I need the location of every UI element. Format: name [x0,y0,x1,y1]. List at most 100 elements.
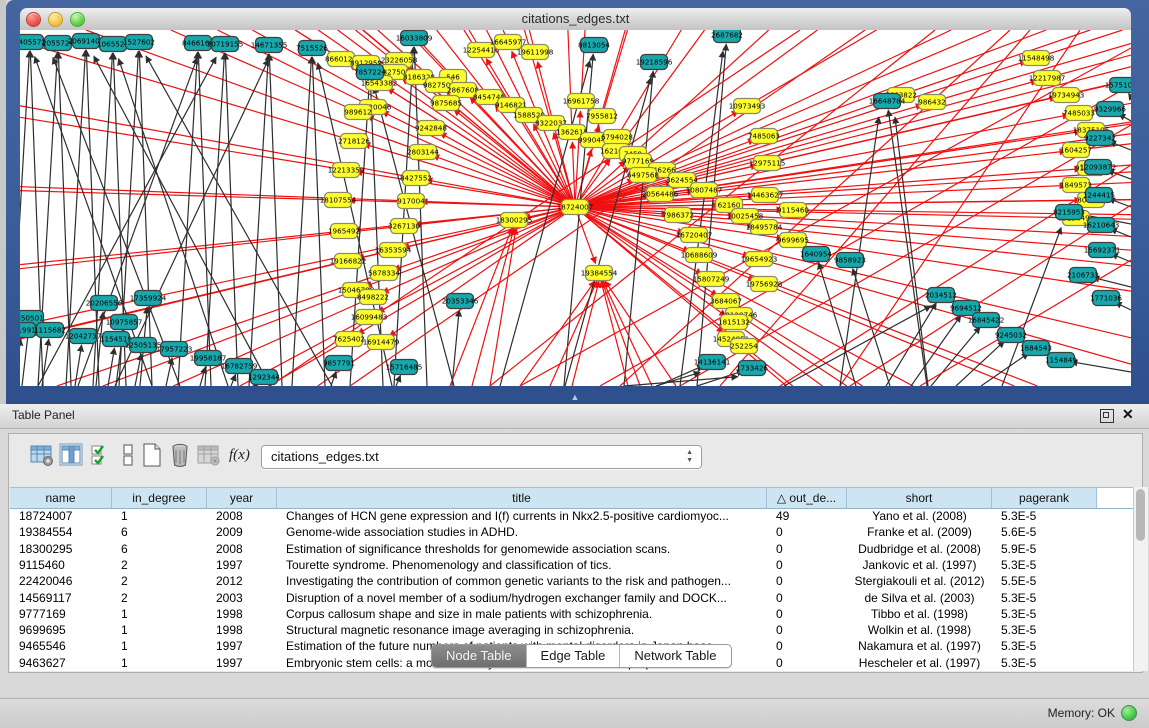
graph-node[interactable]: 19166822 [330,254,367,269]
graph-node[interactable]: 2718126 [338,134,370,149]
table-cell[interactable]: 2008 [207,541,277,557]
graph-node[interactable]: 12093872 [1080,160,1117,175]
table-cell[interactable]: 0 [767,524,847,540]
table-cell[interactable]: Jankovic et al. (1997) [847,557,992,573]
column-header-pagerank[interactable]: pagerank [992,487,1097,509]
table-cell[interactable]: 49 [767,508,847,524]
network-view-canvas[interactable]: 1872400786601238912959232260589827503165… [20,30,1131,386]
table-cell[interactable]: Tourette syndrome. Phenomenology and cla… [277,557,767,573]
graph-node[interactable]: 19654923 [741,252,778,267]
table-cell[interactable]: 1 [112,638,207,654]
graph-node[interactable]: 1292344 [248,370,280,385]
graph-node[interactable]: 15807249 [693,272,730,287]
graph-node[interactable]: 9699695 [777,233,809,248]
graph-node[interactable]: 7485033 [1063,106,1095,121]
graph-node[interactable]: 10688609 [681,248,718,263]
table-cell[interactable]: 2 [112,590,207,606]
table-cell[interactable]: Hescheler et al. (1997) [847,655,992,671]
graph-node[interactable]: 14671355 [251,38,288,53]
graph-node[interactable]: 19384554 [581,266,618,281]
graph-node[interactable]: 1965492 [328,224,360,239]
table-cell[interactable]: 5.3E-5 [992,622,1097,638]
graph-node[interactable]: 9245032 [995,328,1027,343]
function-builder-icon[interactable]: f(x) [229,442,255,468]
graph-node[interactable]: 1771036 [1090,291,1122,306]
table-cell[interactable]: 5.5E-5 [992,573,1097,589]
graph-node[interactable]: 19756928 [746,277,783,292]
table-cell[interactable]: 14569117 [10,590,112,606]
scrollbar-thumb[interactable] [1136,489,1145,541]
graph-node[interactable]: 18724007 [557,200,594,215]
table-scrollbar[interactable] [1133,487,1148,671]
table-cell[interactable]: 1 [112,508,207,524]
table-cell[interactable]: 2 [112,557,207,573]
table-cell[interactable]: Wolkin et al. (1998) [847,622,992,638]
graph-node[interactable]: 1115682 [34,323,66,338]
graph-node[interactable]: 17957223 [156,342,193,357]
graph-node[interactable]: 19218596 [636,55,673,70]
table-cell[interactable]: Investigating the contribution of common… [277,573,767,589]
table-cell[interactable]: 5.3E-5 [992,557,1097,573]
table-cell[interactable]: 6 [112,541,207,557]
graph-node[interactable]: 6497568 [627,168,659,183]
graph-node[interactable]: 7955812 [586,109,618,124]
graph-node[interactable]: 16914479 [363,335,400,350]
graph-node[interactable]: 6794028 [601,130,633,145]
table-cell[interactable]: Dudbridge et al. (2008) [847,541,992,557]
table-cell[interactable]: 1 [112,655,207,671]
graph-node[interactable]: 1815132 [718,315,750,330]
float-panel-icon[interactable] [1100,409,1114,423]
graph-node[interactable]: 986432 [918,95,945,110]
table-cell[interactable]: 9463627 [10,655,112,671]
graph-node[interactable]: 7485063 [748,129,780,144]
table-cell[interactable]: Franke et al. (2009) [847,524,992,540]
table-cell[interactable]: Structural magnetic resonance image aver… [277,622,767,638]
graph-node[interactable]: 17359924 [130,291,167,306]
select-columns-icon[interactable] [89,442,115,468]
graph-node[interactable]: 9858923 [834,253,866,268]
column-header-short[interactable]: short [847,487,992,509]
delete-trash-icon[interactable] [167,442,193,468]
column-header-out_de[interactable]: △ out_de... [767,487,847,509]
graph-node[interactable]: 1733426 [736,361,768,376]
table-cell[interactable]: 0 [767,590,847,606]
graph-node[interactable]: 8427552 [400,171,432,186]
graph-node[interactable]: 16720407 [676,228,713,243]
close-panel-icon[interactable]: ✕ [1122,406,1134,423]
graph-node[interactable]: 9329966 [1094,102,1126,117]
table-cell[interactable]: 0 [767,557,847,573]
graph-node[interactable]: 1604257 [1060,143,1092,158]
graph-node[interactable]: 9242848 [415,121,447,136]
import-table-icon[interactable] [195,442,221,468]
table-cell[interactable]: 1997 [207,655,277,671]
graph-node[interactable]: 1684543 [1020,341,1052,356]
graph-node[interactable]: 252254 [730,339,758,354]
graph-node[interactable]: 917004 [397,194,425,209]
tab-edge-table[interactable]: Edge Table [527,645,621,667]
table-cell[interactable]: 1 [112,606,207,622]
table-cell[interactable]: Changes of HCN gene expression and I(f) … [277,508,767,524]
graph-node[interactable]: 16099483 [351,310,388,325]
table-cell[interactable]: 1998 [207,622,277,638]
graph-node[interactable]: 5878334 [368,266,400,281]
show-columns-icon[interactable] [59,442,85,468]
graph-node[interactable]: 10975857 [106,315,143,330]
graph-node[interactable]: 16648784 [869,94,906,109]
table-mode-icon[interactable] [29,442,55,468]
graph-node[interactable]: 8215953 [1053,205,1085,220]
graph-node[interactable]: 989612 [344,105,371,120]
memory-status-icon[interactable] [1121,705,1137,721]
table-cell[interactable]: 5.3E-5 [992,508,1097,524]
table-cell[interactable]: Yano et al. (2008) [847,508,992,524]
table-cell[interactable]: 18300295 [10,541,112,557]
table-cell[interactable]: 5.6E-5 [992,524,1097,540]
table-cell[interactable]: 18724007 [10,508,112,524]
table-cell[interactable]: 2008 [207,508,277,524]
graph-node[interactable]: 15751074 [1105,78,1131,93]
graph-node[interactable]: 7515526 [296,41,328,56]
minimize-window-icon[interactable] [48,12,63,27]
table-cell[interactable]: 9115460 [10,557,112,573]
graph-node[interactable]: 10807487 [686,183,723,198]
graph-node[interactable]: 2803144 [407,145,439,160]
tab-node-table[interactable]: Node Table [432,645,527,667]
